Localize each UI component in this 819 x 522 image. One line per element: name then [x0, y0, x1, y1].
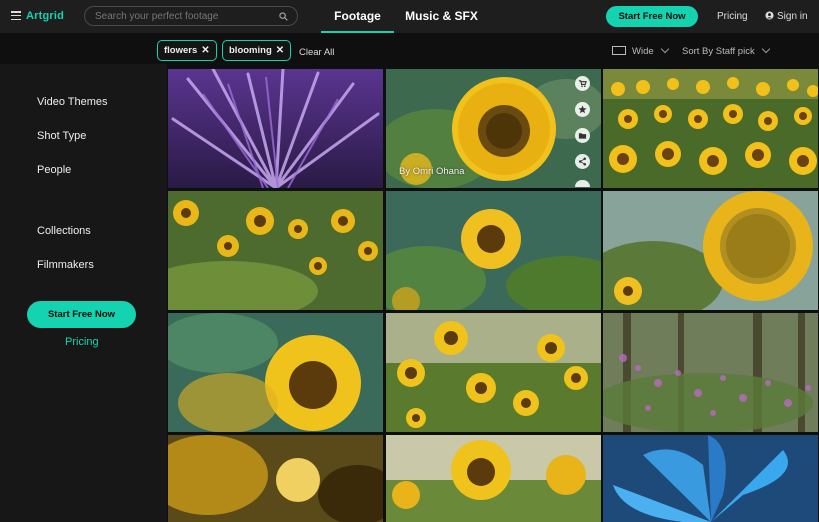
thumbnail-image: [603, 313, 818, 432]
video-thumbnail[interactable]: [603, 435, 818, 522]
search-input[interactable]: [95, 9, 265, 23]
close-icon[interactable]: ✕: [201, 45, 209, 56]
filter-chip-flowers[interactable]: flowers ✕: [157, 40, 217, 61]
video-thumbnail[interactable]: [168, 191, 383, 310]
sidebar-start-free-button[interactable]: Start Free Now: [27, 301, 136, 328]
thumbnail-image: [603, 191, 818, 310]
layout-dropdown[interactable]: Wide: [612, 44, 669, 57]
hover-actions: [575, 76, 593, 187]
sidebar-item-shot-type[interactable]: Shot Type: [37, 130, 86, 142]
start-free-button[interactable]: Start Free Now: [606, 6, 698, 27]
thumbnail-image: [603, 69, 818, 188]
chevron-down-icon: [761, 44, 770, 54]
more-icon[interactable]: [575, 180, 590, 187]
sort-dropdown[interactable]: Sort By Staff pick: [682, 44, 770, 57]
thumbnail-image: [386, 435, 601, 522]
sidebar-item-collections[interactable]: Collections: [37, 225, 91, 237]
close-icon[interactable]: ✕: [276, 45, 284, 56]
chip-label: blooming: [229, 45, 272, 56]
thumbnail-image: [168, 69, 383, 188]
video-thumbnail[interactable]: [386, 313, 601, 432]
pricing-link[interactable]: Pricing: [717, 11, 748, 22]
sidebar: Video Themes Shot Type People Collection…: [0, 64, 167, 522]
cart-icon[interactable]: [575, 76, 590, 91]
video-thumbnail[interactable]: [603, 69, 818, 188]
search-bar[interactable]: [84, 6, 298, 26]
video-thumbnail-hovered[interactable]: By Omri Ohana: [386, 69, 601, 188]
sort-label: Sort By Staff pick: [682, 46, 755, 57]
signin-label: Sign in: [777, 11, 808, 22]
chevron-down-icon: [660, 44, 669, 54]
filter-chip-blooming[interactable]: blooming ✕: [222, 40, 292, 61]
sidebar-pricing-link[interactable]: Pricing: [65, 336, 99, 348]
thumbnail-image: [603, 435, 818, 522]
top-bar: Artgrid Footage Music & SFX Start Free N…: [0, 0, 819, 33]
tab-music-sfx[interactable]: Music & SFX: [405, 0, 478, 33]
tab-footage[interactable]: Footage: [321, 0, 394, 33]
user-icon: [765, 11, 774, 20]
wide-layout-icon: [612, 46, 626, 55]
menu-icon[interactable]: [11, 11, 21, 21]
logo[interactable]: Artgrid: [26, 10, 64, 22]
video-thumbnail[interactable]: [386, 191, 601, 310]
sidebar-item-filmmakers[interactable]: Filmmakers: [37, 259, 94, 271]
thumbnail-image: [168, 435, 383, 522]
thumbnail-image: [168, 313, 383, 432]
video-thumbnail[interactable]: [386, 435, 601, 522]
thumbnail-image: [386, 313, 601, 432]
video-thumbnail[interactable]: [168, 313, 383, 432]
layout-label: Wide: [632, 46, 654, 57]
filmmaker-credit[interactable]: By Omri Ohana: [399, 166, 464, 177]
clear-all-button[interactable]: Clear All: [299, 47, 334, 58]
star-icon[interactable]: [575, 102, 590, 117]
sidebar-item-video-themes[interactable]: Video Themes: [37, 96, 108, 108]
video-thumbnail[interactable]: [168, 69, 383, 188]
thumbnail-image: [386, 191, 601, 310]
share-icon[interactable]: [575, 154, 590, 169]
sidebar-item-people[interactable]: People: [37, 164, 71, 176]
video-thumbnail[interactable]: [168, 435, 383, 522]
signin-link[interactable]: Sign in: [765, 11, 808, 22]
video-thumbnail[interactable]: [603, 191, 818, 310]
search-icon[interactable]: [279, 12, 288, 21]
thumbnail-image: [168, 191, 383, 310]
folder-icon[interactable]: [575, 128, 590, 143]
chip-label: flowers: [164, 45, 198, 56]
video-thumbnail[interactable]: [603, 313, 818, 432]
